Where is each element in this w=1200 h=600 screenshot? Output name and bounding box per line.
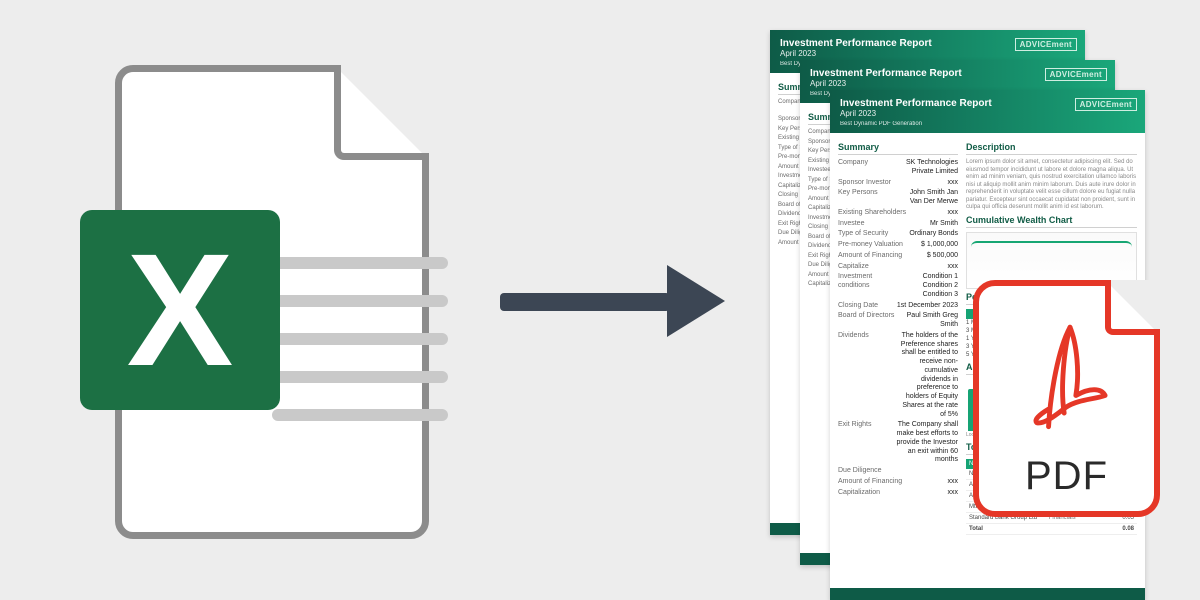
summary-heading: Summary (838, 142, 958, 155)
diagram-stage: X Investment Performance Report April 20… (0, 0, 1200, 600)
adobe-swoosh-icon (1031, 318, 1109, 433)
brand-badge: ADVICEment (1075, 98, 1137, 111)
brand-badge: ADVICEment (1015, 38, 1077, 51)
pdf-label: PDF (979, 454, 1154, 499)
excel-content-lines (272, 257, 448, 447)
description-text: Lorem ipsum dolor sit amet, consectetur … (966, 159, 1137, 212)
description-heading: Description (966, 142, 1137, 155)
report-tagline: Best Dynamic PDF Generation (840, 121, 1135, 127)
pdf-document-stack: Investment Performance Report April 2023… (770, 30, 1170, 590)
excel-letter: X (127, 218, 234, 402)
excel-file-icon: X (80, 65, 420, 525)
arrow-icon (500, 265, 725, 337)
excel-badge: X (80, 210, 280, 410)
chart-heading: Cumulative Wealth Chart (966, 215, 1137, 228)
pdf-file-icon: PDF (973, 280, 1160, 517)
